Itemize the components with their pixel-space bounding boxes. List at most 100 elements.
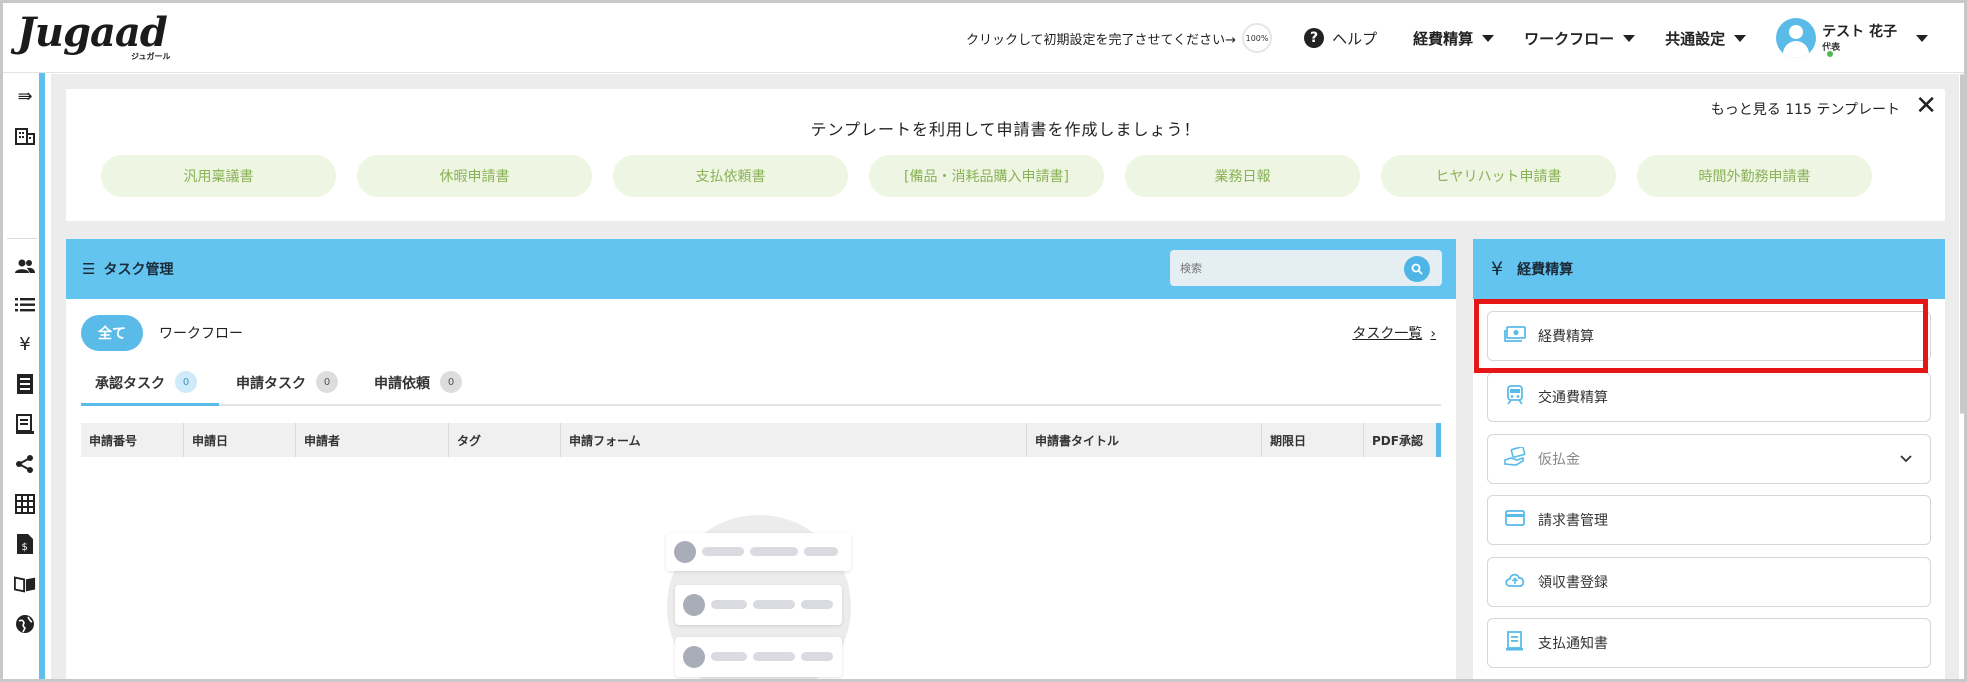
expense-item-transport[interactable]: 交通費精算 <box>1487 372 1931 422</box>
tab-label: 申請依頼 <box>374 376 430 392</box>
filter-all-button[interactable]: 全て <box>81 315 143 351</box>
expense-item-label: 交通費精算 <box>1538 390 1608 406</box>
expense-panel-header: ¥ 経費精算 <box>1473 239 1945 299</box>
menu-workflow-label: ワークフロー <box>1524 29 1615 48</box>
collapse-icon[interactable]: ⇛ <box>14 85 36 107</box>
expense-item-label: 請求書管理 <box>1538 513 1608 529</box>
sidebar: ⇛ ¥ $ <box>3 73 45 679</box>
logo[interactable]: Jugaad ジュガール <box>17 13 177 65</box>
template-button[interactable]: 汎用稟議書 <box>101 155 336 197</box>
yen-icon[interactable]: ¥ <box>14 333 36 355</box>
users-icon[interactable] <box>14 255 36 277</box>
task-list-link-label: タスク一覧 <box>1352 326 1423 342</box>
search-icon[interactable] <box>1404 256 1430 282</box>
caret-down-icon <box>1482 34 1495 42</box>
tab-application-tasks[interactable]: 申請タスク 0 <box>236 366 356 406</box>
yen-icon: ¥ <box>1491 258 1504 280</box>
expense-panel-title: 経費精算 <box>1517 262 1574 278</box>
filter-workflow-button[interactable]: ワークフロー <box>159 323 243 343</box>
expense-item-label: 仮払金 <box>1538 452 1580 468</box>
document-icon[interactable] <box>14 373 36 395</box>
svg-text:$: $ <box>22 542 28 553</box>
template-title: テンプレートを利用して申請書を作成しましょう！ <box>810 120 1201 139</box>
tab-label: 承認タスク <box>95 376 165 392</box>
menu-common-settings[interactable]: 共通設定 <box>1665 28 1747 49</box>
grid-icon[interactable] <box>14 493 36 515</box>
top-nav: クリックして初期設定を完了させてください→ 100% ? ヘルプ 経費精算 ワー… <box>966 3 1928 73</box>
column-header[interactable]: 申請番号 <box>81 423 184 457</box>
logo-subtext: ジュガール <box>131 52 171 61</box>
chevron-down-icon[interactable] <box>1900 449 1912 467</box>
train-icon <box>1504 384 1526 410</box>
count-badge: 0 <box>316 371 338 393</box>
menu-expense[interactable]: 経費精算 <box>1413 28 1495 49</box>
help-label: ヘルプ <box>1332 29 1378 48</box>
building-icon[interactable] <box>14 125 36 147</box>
book-icon[interactable] <box>14 573 36 595</box>
share-icon[interactable] <box>14 453 36 475</box>
receipt-icon[interactable] <box>14 413 36 435</box>
expense-item-receipt[interactable]: 領収書登録 <box>1487 557 1931 607</box>
cloud-upload-icon <box>1504 572 1526 593</box>
task-panel-title: タスク管理 <box>103 262 174 278</box>
tab-approval-tasks[interactable]: 承認タスク 0 <box>81 366 219 406</box>
column-header[interactable]: 期限日 <box>1262 423 1364 457</box>
search-input[interactable] <box>1170 250 1442 286</box>
list-icon[interactable] <box>14 294 36 316</box>
template-button[interactable]: ヒヤリハット申請書 <box>1381 155 1616 197</box>
online-status-dot <box>1825 49 1835 59</box>
expense-item-advance[interactable]: 仮払金 <box>1487 434 1931 484</box>
expense-item-label: 経費精算 <box>1538 329 1594 345</box>
task-table-header: 申請番号 申請日 申請者 タグ 申請フォーム 申請書タイトル 期限日 PDF承認 <box>81 423 1441 457</box>
expense-item-label: 領収書登録 <box>1538 575 1608 591</box>
expense-panel: ¥ 経費精算 経費精算 交通費精算 仮払金 請求書管理 領収書登録 支払通知書 <box>1473 239 1945 679</box>
template-card: テンプレートを利用して申請書を作成しましょう！ もっと見る 115 テンプレート… <box>66 89 1945 221</box>
scrollbar[interactable] <box>1960 74 1964 414</box>
menu-expense-label: 経費精算 <box>1413 29 1474 48</box>
template-button[interactable]: 業務日報 <box>1125 155 1360 197</box>
avatar <box>1776 18 1817 58</box>
setup-progress[interactable]: 100% <box>1242 23 1273 53</box>
notice-icon <box>1504 630 1526 656</box>
help-button[interactable]: ? ヘルプ <box>1304 28 1377 49</box>
hand-money-icon <box>1504 445 1526 472</box>
template-button[interactable]: 支払依頼書 <box>613 155 848 197</box>
close-icon[interactable]: ✕ <box>1915 93 1937 119</box>
template-button[interactable]: 休暇申請書 <box>357 155 592 197</box>
user-menu[interactable]: テスト 花子 代表 <box>1776 18 1928 58</box>
card-icon <box>1504 509 1526 531</box>
expense-item-invoice[interactable]: 請求書管理 <box>1487 495 1931 545</box>
app-window: Jugaad ジュガール クリックして初期設定を完了させてください→ 100% … <box>0 0 1967 682</box>
template-button[interactable]: [備品・消耗品購入申請書] <box>869 155 1104 197</box>
tab-application-requests[interactable]: 申請依頼 0 <box>374 366 494 406</box>
count-badge: 0 <box>175 371 197 393</box>
chevron-right-icon: › <box>1430 326 1436 342</box>
expense-item-expense[interactable]: 経費精算 <box>1487 311 1931 361</box>
column-header[interactable]: 申請書タイトル <box>1027 423 1262 457</box>
list-icon: ☰ <box>82 260 96 278</box>
task-list-link[interactable]: タスク一覧 › <box>1352 323 1436 343</box>
task-panel: ☰ タスク管理 全て ワークフロー タスク一覧 › 承認タスク 0 申請タスク 0… <box>66 239 1456 679</box>
count-badge: 0 <box>440 371 462 393</box>
help-icon: ? <box>1304 28 1325 48</box>
task-subtabs: 承認タスク 0 申請タスク 0 申請依頼 0 <box>81 366 1441 406</box>
file-dollar-icon[interactable]: $ <box>14 533 36 555</box>
column-header[interactable]: 申請者 <box>296 423 449 457</box>
user-name: テスト 花子 <box>1822 23 1897 40</box>
column-header[interactable]: タグ <box>449 423 561 457</box>
top-bar: Jugaad ジュガール クリックして初期設定を完了させてください→ 100% … <box>3 3 1964 73</box>
column-header[interactable]: 申請フォーム <box>561 423 1027 457</box>
globe-icon[interactable] <box>14 613 36 635</box>
setup-link[interactable]: クリックして初期設定を完了させてください→ <box>966 29 1236 48</box>
template-button[interactable]: 時間外勤務申請書 <box>1637 155 1872 197</box>
menu-common-settings-label: 共通設定 <box>1665 29 1726 48</box>
menu-workflow[interactable]: ワークフロー <box>1524 28 1636 49</box>
expense-item-payment-notice[interactable]: 支払通知書 <box>1487 618 1931 668</box>
caret-down-icon <box>1623 34 1636 42</box>
more-templates-link[interactable]: もっと見る 115 テンプレート <box>1711 99 1900 119</box>
logo-text: Jugaad <box>17 9 168 56</box>
column-header[interactable]: 申請日 <box>184 423 296 457</box>
empty-card <box>675 637 842 677</box>
empty-card <box>666 533 851 571</box>
column-header[interactable]: PDF承認 <box>1364 423 1436 457</box>
